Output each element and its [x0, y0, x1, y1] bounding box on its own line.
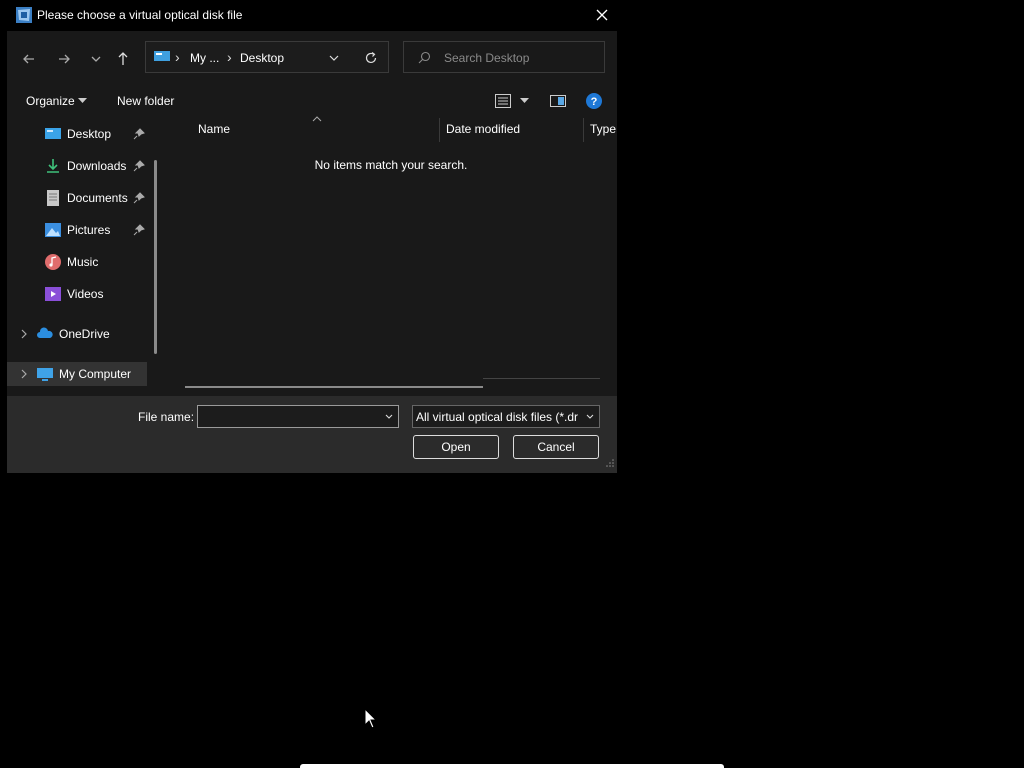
resize-grip-icon[interactable]: [605, 458, 615, 468]
sort-ascending-icon: [312, 116, 322, 122]
sidebar-scrollbar[interactable]: [154, 160, 157, 354]
expand-chevron-icon[interactable]: [19, 328, 29, 340]
sidebar-item-onedrive[interactable]: OneDrive: [7, 322, 155, 346]
cancel-button[interactable]: Cancel: [513, 435, 599, 459]
filter-dropdown-icon[interactable]: [585, 412, 595, 422]
file-list: Name Date modified Type No items match y…: [165, 116, 617, 396]
sidebar-item-videos[interactable]: Videos: [7, 282, 155, 306]
column-divider[interactable]: [439, 118, 440, 142]
sidebar-item-downloads[interactable]: Downloads: [7, 154, 155, 178]
pin-icon: [133, 128, 145, 140]
sidebar-item-label: Music: [67, 255, 99, 269]
file-type-filter-value: All virtual optical disk files (*.dr: [416, 410, 579, 424]
sidebar-item-label: Pictures: [67, 223, 111, 237]
close-icon[interactable]: [593, 6, 611, 24]
column-header-name[interactable]: Name: [198, 122, 230, 136]
file-name-dropdown-icon[interactable]: [384, 412, 394, 422]
up-arrow-icon[interactable]: [113, 49, 133, 69]
pin-icon: [133, 160, 145, 172]
organize-button[interactable]: Organize: [26, 94, 75, 108]
open-button[interactable]: Open: [413, 435, 499, 459]
horizontal-scroll-track: [483, 378, 600, 379]
sidebar-item-my-computer[interactable]: My Computer: [7, 362, 147, 386]
breadcrumb-separator-icon: ›: [175, 49, 180, 65]
sidebar-item-label: Videos: [67, 287, 104, 301]
documents-icon: [47, 190, 59, 206]
pin-icon: [133, 192, 145, 204]
taskbar-edge: [300, 764, 724, 768]
dialog-title: Please choose a virtual optical disk fil…: [37, 8, 243, 22]
sidebar-item-desktop[interactable]: Desktop: [7, 122, 155, 146]
sidebar-item-label: My Computer: [59, 367, 132, 381]
empty-message: No items match your search.: [314, 158, 468, 172]
sidebar-item-label: OneDrive: [59, 327, 110, 341]
column-divider[interactable]: [583, 118, 584, 142]
breadcrumb-parent[interactable]: My ...: [190, 51, 219, 65]
mouse-pointer-icon: [364, 708, 378, 729]
horizontal-scrollbar[interactable]: [185, 386, 483, 388]
computer-icon: [37, 368, 53, 381]
file-name-label: File name:: [138, 410, 195, 424]
expand-chevron-icon[interactable]: [19, 368, 29, 380]
pin-icon: [133, 224, 145, 236]
download-icon: [47, 159, 59, 173]
file-name-input[interactable]: [197, 405, 399, 428]
search-placeholder: Search Desktop: [444, 51, 530, 65]
dialog-footer: File name: All virtual optical disk file…: [7, 396, 617, 473]
column-header-date-modified[interactable]: Date modified: [446, 122, 520, 136]
sidebar-item-label: Desktop: [67, 127, 112, 141]
virtualbox-app-icon: [16, 7, 32, 23]
address-bar[interactable]: › My ... › Desktop: [145, 41, 389, 73]
search-box[interactable]: Search Desktop: [403, 41, 605, 73]
address-history-chevron-icon[interactable]: [328, 52, 340, 64]
organize-dropdown-icon[interactable]: [78, 98, 87, 104]
breadcrumb-separator-icon: ›: [227, 49, 232, 65]
pictures-icon: [45, 223, 61, 237]
view-options-dropdown-icon[interactable]: [520, 98, 529, 104]
sidebar-item-pictures[interactable]: Pictures: [7, 218, 155, 242]
sidebar-item-documents[interactable]: Documents: [7, 186, 155, 210]
title-bar: Please choose a virtual optical disk fil…: [7, 0, 617, 31]
svg-text:?: ?: [591, 96, 598, 108]
file-type-filter-select[interactable]: All virtual optical disk files (*.dr: [412, 405, 600, 428]
command-bar: Organize New folder ?: [7, 86, 617, 116]
new-folder-button[interactable]: New folder: [117, 94, 174, 108]
help-icon[interactable]: ?: [586, 93, 602, 109]
back-arrow-icon[interactable]: [19, 49, 39, 69]
search-icon: [418, 51, 431, 64]
this-pc-icon: [154, 51, 170, 61]
navigation-bar: › My ... › Desktop Search Desktop: [7, 31, 617, 86]
forward-arrow-icon[interactable]: [54, 49, 74, 69]
refresh-icon[interactable]: [364, 51, 378, 65]
preview-pane-icon[interactable]: [550, 95, 566, 107]
recent-locations-chevron-icon[interactable]: [86, 49, 106, 69]
cloud-icon: [37, 327, 53, 338]
view-details-icon[interactable]: [495, 94, 511, 108]
music-icon: [45, 254, 61, 270]
column-header-type[interactable]: Type: [590, 122, 616, 136]
desktop-icon: [45, 128, 61, 139]
breadcrumb-current[interactable]: Desktop: [240, 51, 284, 65]
sidebar-item-music[interactable]: Music: [7, 250, 155, 274]
sidebar-item-label: Downloads: [67, 159, 127, 173]
file-open-dialog: Please choose a virtual optical disk fil…: [7, 0, 617, 473]
videos-icon: [45, 287, 61, 301]
sidebar-item-label: Documents: [67, 191, 128, 205]
navigation-pane: Desktop Downloads Documents Pictures Mus…: [7, 116, 165, 396]
